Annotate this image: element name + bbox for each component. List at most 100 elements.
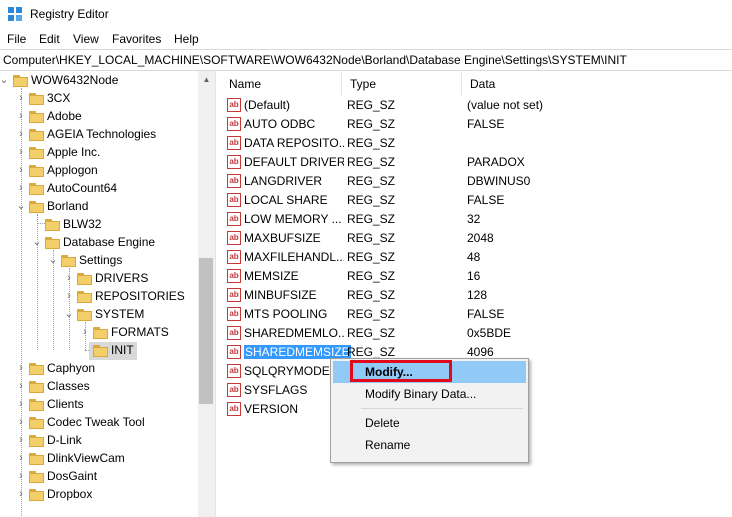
menu-edit[interactable]: Edit [39, 32, 60, 46]
chevron-right-icon[interactable]: › [16, 128, 26, 140]
ab-string-icon: ab [227, 383, 241, 397]
chevron-right-icon[interactable]: › [64, 272, 74, 284]
ab-string-icon: ab [227, 117, 241, 131]
chevron-down-icon[interactable]: ⌄ [48, 254, 58, 266]
ab-string-icon: ab [227, 174, 241, 188]
menu-item-modify-binary[interactable]: Modify Binary Data... [333, 383, 526, 405]
folder-icon [45, 218, 60, 231]
value-row[interactable]: ab MEMSIZE REG_SZ 16 [221, 267, 732, 286]
tree-item[interactable]: › AGEIA Technologies [0, 126, 198, 144]
tree-item[interactable]: ⌄ Borland [0, 198, 198, 216]
chevron-right-icon[interactable]: › [16, 380, 26, 392]
menu-favorites[interactable]: Favorites [112, 32, 161, 46]
tree-item[interactable]: › Adobe [0, 108, 198, 126]
column-header-data[interactable]: Data [462, 71, 732, 95]
value-name: AUTO ODBC [244, 117, 316, 131]
chevron-right-icon[interactable]: › [16, 398, 26, 410]
tree-item[interactable]: › REPOSITORIES [0, 288, 198, 306]
ab-string-icon: ab [227, 364, 241, 378]
value-row[interactable]: ab MAXBUFSIZE REG_SZ 2048 [221, 229, 732, 248]
tree-item[interactable]: › DlinkViewCam [0, 450, 198, 468]
chevron-right-icon[interactable]: › [16, 416, 26, 428]
tree-item[interactable]: › Apple Inc. [0, 144, 198, 162]
tree-item[interactable]: › AutoCount64 [0, 180, 198, 198]
value-name: SQLQRYMODE [244, 364, 330, 378]
value-row[interactable]: ab SHAREDMEMLO... REG_SZ 0x5BDE [221, 324, 732, 343]
address-bar[interactable]: Computer\HKEY_LOCAL_MACHINE\SOFTWARE\WOW… [0, 49, 732, 71]
tree-item[interactable]: › Codec Tweak Tool [0, 414, 198, 432]
key-tree[interactable]: ⌄ WOW6432Node › 3CX › Adobe › AGEIA Tech… [0, 71, 198, 517]
value-data: 32 [467, 212, 481, 226]
value-row[interactable]: ab DEFAULT DRIVER REG_SZ PARADOX [221, 153, 732, 172]
chevron-down-icon[interactable]: ⌄ [32, 236, 42, 248]
value-row[interactable]: ab (Default) REG_SZ (value not set) [221, 96, 732, 115]
menu-file[interactable]: File [7, 32, 26, 46]
value-row[interactable]: ab LOCAL SHARE REG_SZ FALSE [221, 191, 732, 210]
tree-item-label: Borland [47, 199, 89, 213]
tree-item[interactable]: BLW32 [0, 216, 198, 234]
value-row[interactable]: ab LOW MEMORY ... REG_SZ 32 [221, 210, 732, 229]
chevron-right-icon[interactable]: › [16, 182, 26, 194]
tree-item[interactable]: › DosGaint [0, 468, 198, 486]
menu-view[interactable]: View [73, 32, 99, 46]
tree-item[interactable]: ⌄ SYSTEM [0, 306, 198, 324]
title-bar: Registry Editor [0, 0, 732, 29]
chevron-right-icon[interactable]: › [16, 164, 26, 176]
scroll-up-icon[interactable]: ▲ [198, 71, 215, 88]
chevron-right-icon[interactable]: › [16, 92, 26, 104]
tree-item[interactable]: › Caphyon [0, 360, 198, 378]
menu-item-rename[interactable]: Rename [333, 434, 526, 456]
value-row[interactable]: ab DATA REPOSITO... REG_SZ [221, 134, 732, 153]
tree-item[interactable]: › FORMATS [0, 324, 198, 342]
chevron-right-icon[interactable]: › [16, 362, 26, 374]
value-type: REG_SZ [347, 136, 396, 150]
value-data: 4096 [467, 345, 494, 359]
value-row[interactable]: ab MTS POOLING REG_SZ FALSE [221, 305, 732, 324]
chevron-right-icon[interactable]: › [16, 488, 26, 500]
value-type: REG_SZ [347, 155, 396, 169]
chevron-right-icon[interactable]: › [80, 326, 90, 338]
chevron-right-icon[interactable]: › [16, 434, 26, 446]
value-row[interactable]: ab MINBUFSIZE REG_SZ 128 [221, 286, 732, 305]
tree-item[interactable]: › D-Link [0, 432, 198, 450]
ab-string-icon: ab [227, 307, 241, 321]
value-row[interactable]: ab MAXFILEHANDL... REG_SZ 48 [221, 248, 732, 267]
tree-item[interactable]: › Clients [0, 396, 198, 414]
address-path[interactable]: Computer\HKEY_LOCAL_MACHINE\SOFTWARE\WOW… [3, 53, 627, 67]
value-row[interactable]: ab LANGDRIVER REG_SZ DBWINUS0 [221, 172, 732, 191]
chevron-right-icon[interactable]: › [16, 146, 26, 158]
ab-string-icon: ab [227, 345, 241, 359]
tree-item-selected[interactable]: INIT [89, 342, 137, 360]
menu-item-delete[interactable]: Delete [333, 412, 526, 434]
chevron-right-icon[interactable]: › [16, 452, 26, 464]
folder-icon [45, 236, 60, 249]
menu-help[interactable]: Help [174, 32, 199, 46]
tree-item[interactable]: ⌄ Database Engine [0, 234, 198, 252]
window-title: Registry Editor [30, 7, 109, 21]
tree-item-label: Caphyon [47, 361, 96, 375]
chevron-right-icon[interactable]: › [16, 110, 26, 122]
tree-item[interactable]: › 3CX [0, 90, 198, 108]
value-row[interactable]: ab AUTO ODBC REG_SZ FALSE [221, 115, 732, 134]
tree-item[interactable]: › Classes [0, 378, 198, 396]
tree-item[interactable]: › Dropbox [0, 486, 198, 504]
folder-icon [29, 128, 44, 141]
chevron-down-icon[interactable]: ⌄ [0, 74, 9, 86]
column-header-name[interactable]: Name [221, 71, 342, 95]
folder-icon [29, 146, 44, 159]
chevron-right-icon[interactable]: › [64, 290, 74, 302]
tree-item[interactable]: ⌄ WOW6432Node [0, 72, 198, 90]
tree-item[interactable]: ⌄ Settings [0, 252, 198, 270]
tree-item[interactable]: › Applogon [0, 162, 198, 180]
column-header-type[interactable]: Type [342, 71, 462, 95]
tree-item-label: 3CX [47, 91, 71, 105]
tree-item[interactable]: › DRIVERS [0, 270, 198, 288]
chevron-down-icon[interactable]: ⌄ [16, 200, 26, 212]
value-name: VERSION [244, 402, 299, 416]
value-name: DEFAULT DRIVER [244, 155, 344, 169]
chevron-right-icon[interactable]: › [16, 470, 26, 482]
chevron-down-icon[interactable]: ⌄ [64, 308, 74, 320]
tree-scrollbar[interactable]: ▲ [198, 71, 215, 517]
scroll-thumb[interactable] [199, 258, 213, 404]
menu-item-label: Rename [365, 438, 411, 452]
